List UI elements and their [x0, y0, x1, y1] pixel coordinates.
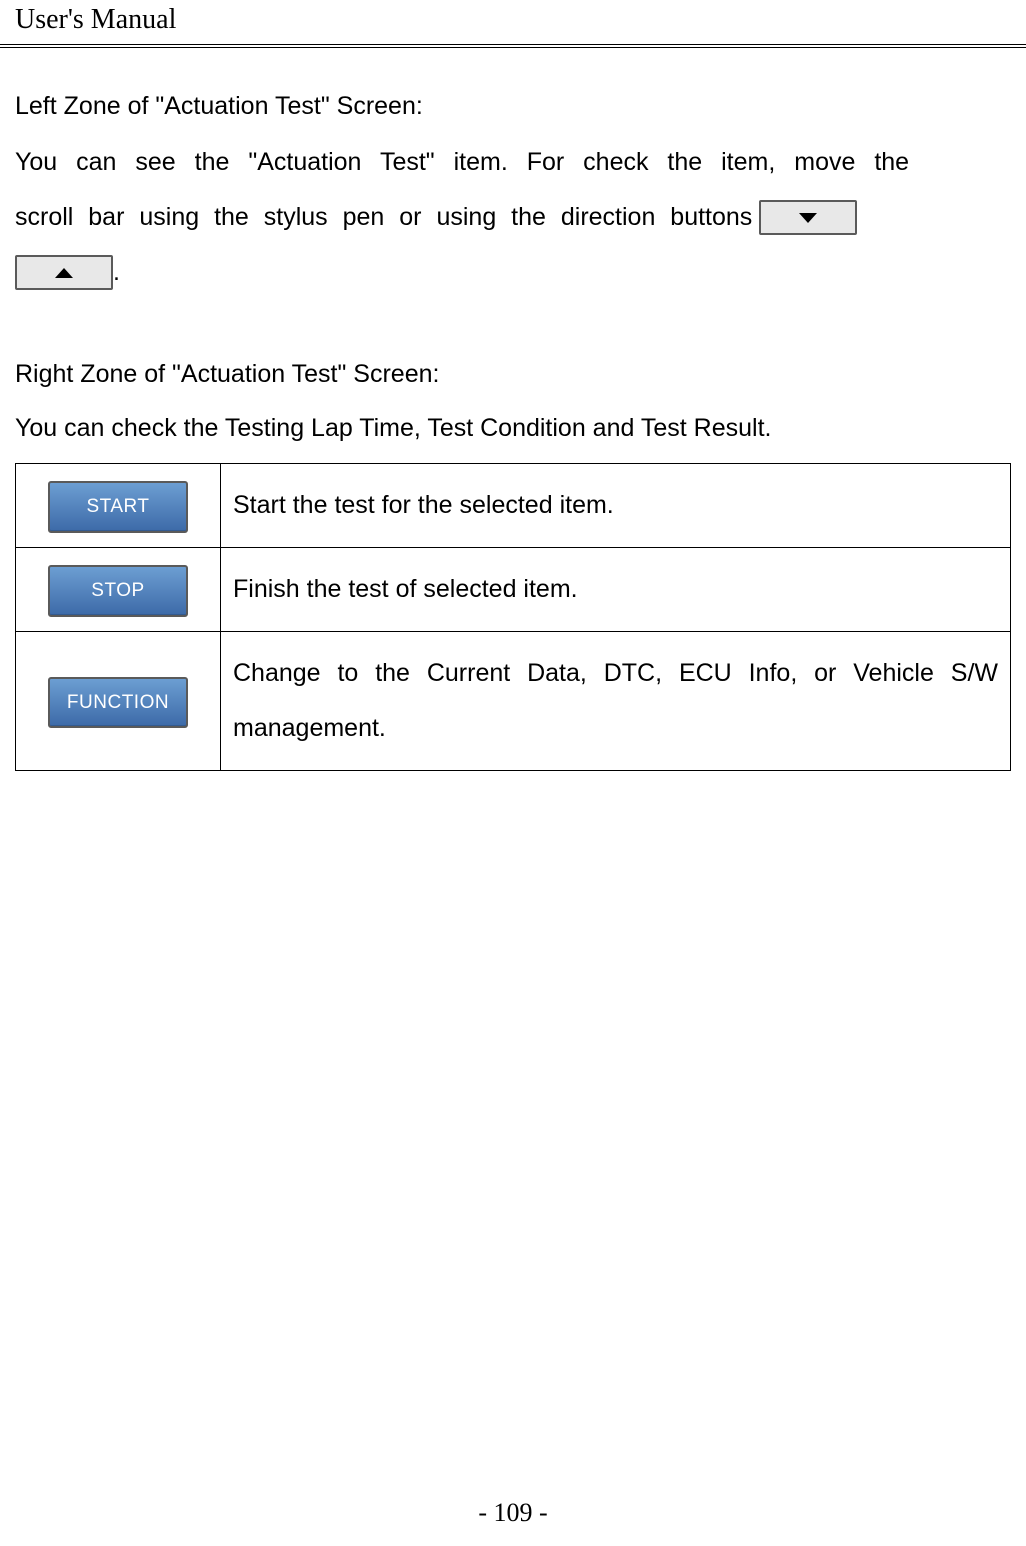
function-button-cell: FUNCTION — [16, 631, 221, 770]
left-zone-heading: Left Zone of "Actuation Test" Screen: — [15, 80, 1011, 133]
chevron-up-icon — [55, 268, 73, 278]
right-zone-section: Right Zone of "Actuation Test" Screen: Y… — [15, 348, 1011, 455]
table-row: FUNCTION Change to the Current Data, DTC… — [16, 631, 1011, 770]
stop-button-cell: STOP — [16, 547, 221, 631]
page-footer: - 109 - — [0, 1498, 1026, 1528]
header-title: User's Manual — [15, 4, 176, 35]
left-zone-section: Left Zone of "Actuation Test" Screen: Yo… — [15, 80, 1011, 300]
table-row: STOP Finish the test of selected item. — [16, 547, 1011, 631]
left-zone-text-line2: scroll bar using the stylus pen or using… — [15, 203, 752, 231]
direction-up-button[interactable] — [15, 255, 113, 290]
stop-description: Finish the test of selected item. — [221, 547, 1011, 631]
page-header: User's Manual — [0, 0, 1026, 48]
page-number: - 109 - — [478, 1498, 547, 1527]
chevron-down-icon — [799, 213, 817, 223]
direction-down-button[interactable] — [759, 200, 857, 235]
right-zone-paragraph: You can check the Testing Lap Time, Test… — [15, 402, 1011, 455]
start-button-cell: START — [16, 463, 221, 547]
start-button[interactable]: START — [48, 481, 188, 533]
function-description: Change to the Current Data, DTC, ECU Inf… — [221, 631, 1011, 770]
left-zone-period: . — [113, 258, 120, 286]
right-zone-heading: Right Zone of "Actuation Test" Screen: — [15, 348, 1011, 401]
left-zone-text-line1: You can see the "Actuation Test" item. F… — [15, 148, 909, 176]
table-row: START Start the test for the selected it… — [16, 463, 1011, 547]
function-button[interactable]: FUNCTION — [48, 677, 188, 729]
section-spacer — [15, 300, 1011, 346]
left-zone-paragraph: You can see the "Actuation Test" item. F… — [15, 135, 1011, 300]
start-description: Start the test for the selected item. — [221, 463, 1011, 547]
button-description-table: START Start the test for the selected it… — [15, 463, 1011, 771]
stop-button[interactable]: STOP — [48, 565, 188, 617]
main-content: Left Zone of "Actuation Test" Screen: Yo… — [0, 48, 1026, 771]
buttons-table: START Start the test for the selected it… — [15, 463, 1011, 771]
